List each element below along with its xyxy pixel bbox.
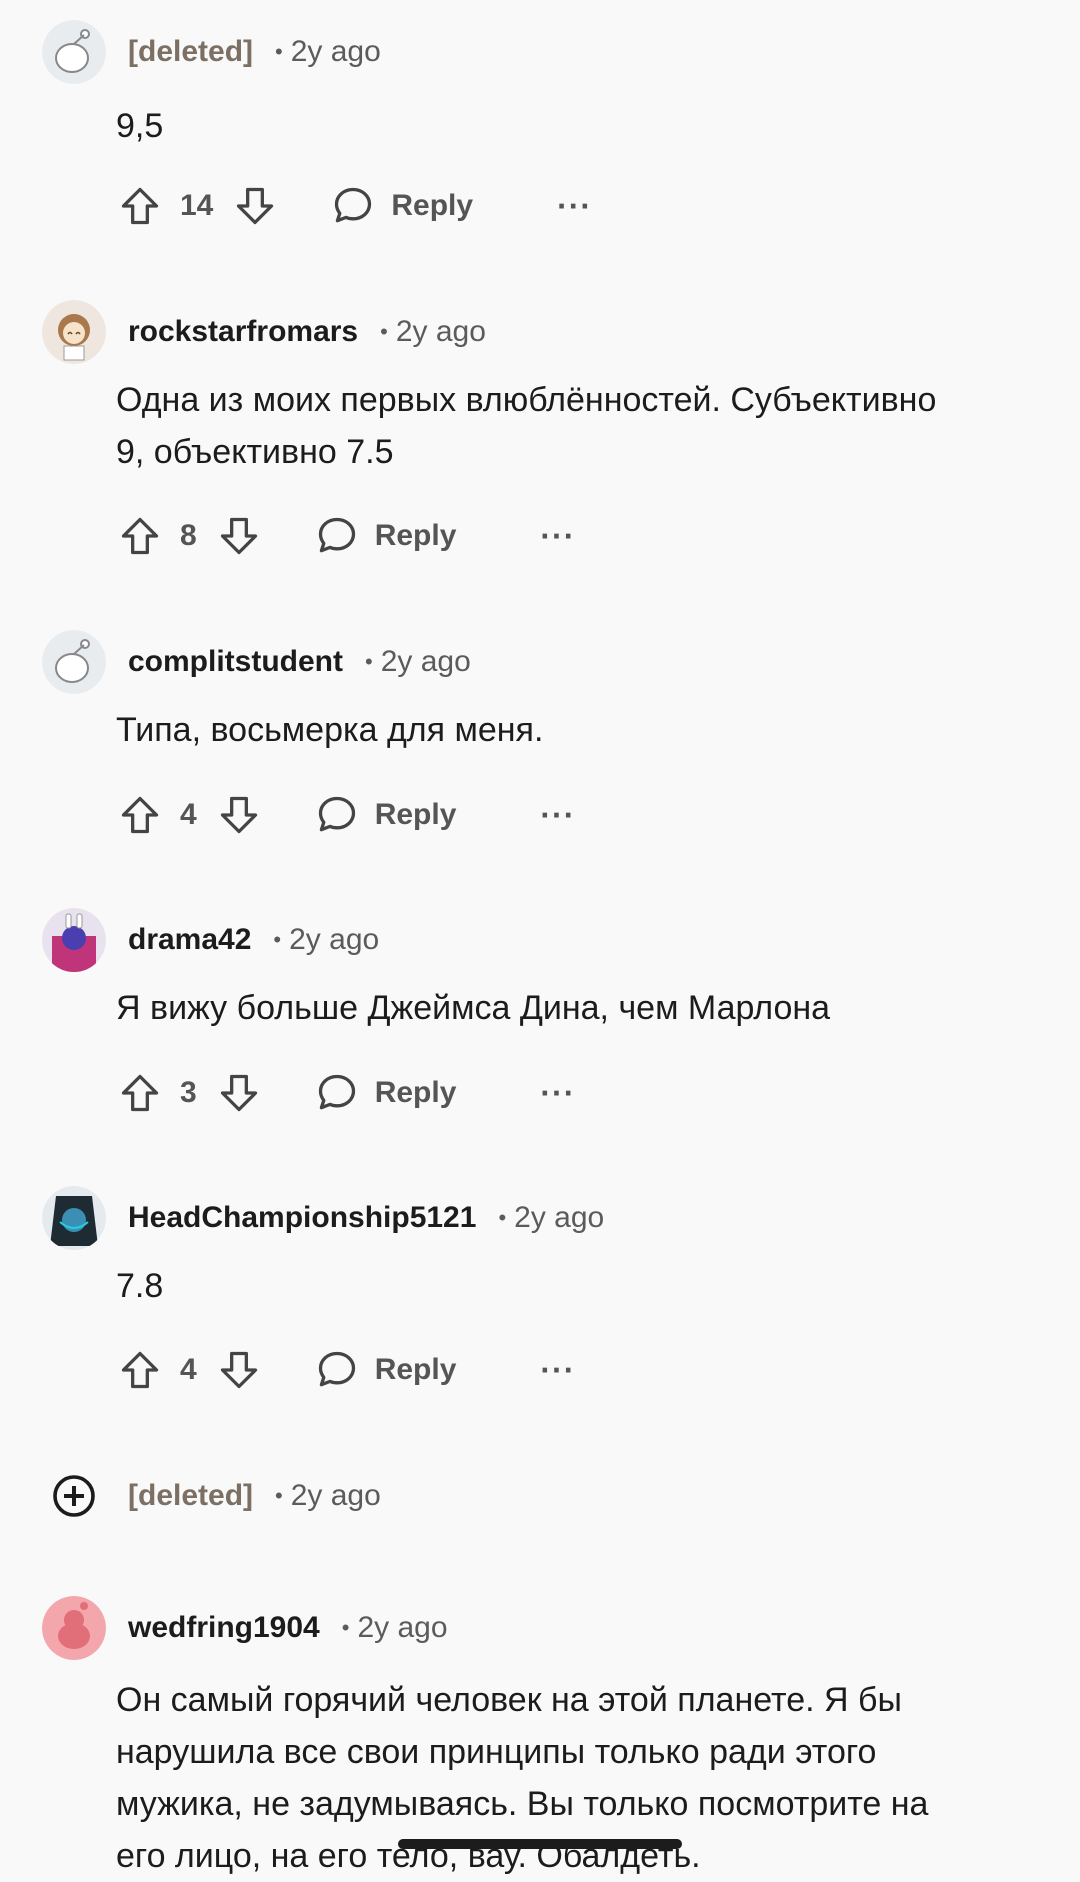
comment-text-line: 9, объективно 7.5 <box>116 433 394 471</box>
comment-bubble-icon <box>313 791 361 839</box>
reply-button[interactable]: Reply <box>313 1346 457 1394</box>
comment-body: 7.8 <box>116 1260 1036 1312</box>
snoo-avatar-icon[interactable] <box>42 20 106 84</box>
home-indicator[interactable] <box>398 1839 682 1849</box>
expand-plus-icon[interactable] <box>50 1472 98 1520</box>
more-options-icon[interactable]: ··· <box>540 797 575 834</box>
downvote-icon[interactable] <box>215 1069 263 1117</box>
comment-meta: [deleted] • 2y ago <box>42 20 381 84</box>
vote-score: 4 <box>180 1353 197 1386</box>
comment-meta: wedfring1904 • 2y ago <box>42 1596 448 1660</box>
comment-meta: [deleted] • 2y ago <box>50 1464 381 1528</box>
username[interactable]: wedfring1904 <box>128 1611 320 1645</box>
timestamp: 2y ago <box>289 923 380 956</box>
snoo-avatar-icon[interactable] <box>42 1596 106 1660</box>
vote-score: 8 <box>180 519 197 552</box>
reply-label: Reply <box>374 519 457 552</box>
comment-actions: 8 Reply ··· <box>116 506 575 566</box>
comment-actions: 4 Reply ··· <box>116 785 575 845</box>
comment-text-line: Одна из моих первых влюблённостей. Субъе… <box>116 381 937 419</box>
comment-text: 7.8 <box>116 1267 164 1305</box>
separator-dot: • <box>380 319 388 344</box>
timestamp: 2y ago <box>514 1201 605 1234</box>
comment-text: Я вижу больше Джеймса Дина, чем Марлона <box>116 989 831 1027</box>
comment-text: 9,5 <box>116 107 164 145</box>
reply-label: Reply <box>374 1076 457 1109</box>
separator-dot: • <box>365 649 373 674</box>
username[interactable]: [deleted] <box>128 35 253 69</box>
timestamp: 2y ago <box>290 35 381 68</box>
more-options-icon[interactable]: ··· <box>540 1352 575 1389</box>
reply-button[interactable]: Reply <box>313 1069 457 1117</box>
downvote-icon[interactable] <box>215 1346 263 1394</box>
comment-body: Он самый горячий человек на этой планете… <box>116 1674 1036 1882</box>
comment-body: Типа, восьмерка для меня. <box>116 704 1036 756</box>
comment-actions: 4 Reply ··· <box>116 1340 575 1400</box>
reply-button[interactable]: Reply <box>313 791 457 839</box>
upvote-icon[interactable] <box>116 182 164 230</box>
more-options-icon[interactable]: ··· <box>557 188 592 225</box>
vote-score: 3 <box>180 1076 197 1109</box>
snoo-avatar-icon[interactable] <box>42 630 106 694</box>
comment-bubble-icon <box>329 182 377 230</box>
comment-meta: complitstudent • 2y ago <box>42 630 471 694</box>
separator-dot: • <box>341 1615 350 1640</box>
timestamp: 2y ago <box>395 315 486 348</box>
timestamp: 2y ago <box>380 645 471 678</box>
comment-text-line: нарушила все свои принципы только ради э… <box>116 1733 877 1771</box>
comment-body: Я вижу больше Джеймса Дина, чем Марлона <box>116 982 1036 1034</box>
reply-label: Reply <box>374 798 457 831</box>
downvote-icon[interactable] <box>215 512 263 560</box>
reply-button[interactable]: Reply <box>313 512 457 560</box>
snoo-avatar-icon[interactable] <box>42 300 106 364</box>
snoo-avatar-icon[interactable] <box>42 908 106 972</box>
comment-body: Одна из моих первых влюблённостей. Субъе… <box>116 374 1036 478</box>
comment-text-line: мужика, не задумываясь. Вы только посмот… <box>116 1785 929 1823</box>
reply-label: Reply <box>374 1353 457 1386</box>
comment-meta: HeadChampionship5121 • 2y ago <box>42 1186 604 1250</box>
separator-dot: • <box>275 1483 283 1508</box>
vote-score: 14 <box>180 189 214 222</box>
username[interactable]: complitstudent <box>128 645 343 679</box>
username[interactable]: HeadChampionship5121 <box>128 1201 476 1235</box>
comment-body: 9,5 <box>116 100 1036 152</box>
comment-text: Типа, восьмерка для меня. <box>116 711 544 749</box>
reply-label: Reply <box>391 189 474 222</box>
separator-dot: • <box>273 927 282 952</box>
comment-meta: rockstarfromars • 2y ago <box>42 300 486 364</box>
more-options-icon[interactable]: ··· <box>540 518 575 555</box>
comment-meta: drama42 • 2y ago <box>42 908 379 972</box>
comment-bubble-icon <box>313 512 361 560</box>
comment-actions: 14 Reply ··· <box>116 176 592 236</box>
upvote-icon[interactable] <box>116 1069 164 1117</box>
separator-dot: • <box>275 39 283 64</box>
downvote-icon[interactable] <box>215 791 263 839</box>
upvote-icon[interactable] <box>116 1346 164 1394</box>
more-options-icon[interactable]: ··· <box>540 1075 575 1112</box>
separator-dot: • <box>498 1205 507 1230</box>
upvote-icon[interactable] <box>116 512 164 560</box>
timestamp: 2y ago <box>357 1611 448 1644</box>
comment-actions: 3 Reply ··· <box>116 1063 575 1123</box>
username[interactable]: rockstarfromars <box>128 315 358 349</box>
timestamp: 2y ago <box>290 1479 381 1512</box>
comment-text-line: его лицо, на его тело, вау. Обалдеть. <box>116 1837 701 1875</box>
snoo-avatar-icon[interactable] <box>42 1186 106 1250</box>
comment-bubble-icon <box>313 1346 361 1394</box>
reply-button[interactable]: Reply <box>329 182 473 230</box>
downvote-icon[interactable] <box>231 182 279 230</box>
username[interactable]: [deleted] <box>128 1479 253 1513</box>
upvote-icon[interactable] <box>116 791 164 839</box>
username[interactable]: drama42 <box>128 923 251 957</box>
comment-bubble-icon <box>313 1069 361 1117</box>
vote-score: 4 <box>180 798 197 831</box>
comment-text-line: Он самый горячий человек на этой планете… <box>116 1681 902 1719</box>
